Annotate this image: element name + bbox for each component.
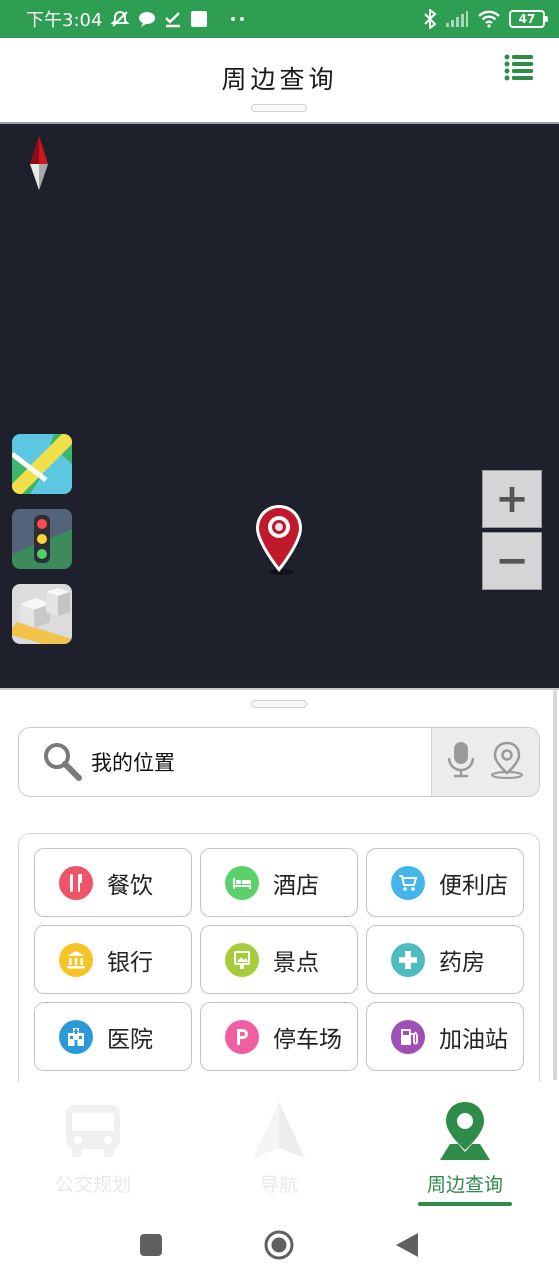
category-gas-station-button[interactable]: 加油站 — [366, 1002, 524, 1071]
system-navigation-bar — [0, 1208, 559, 1280]
search-tools — [431, 728, 539, 796]
signal-icon — [445, 10, 469, 28]
zoom-out-label: − — [495, 538, 529, 584]
category-convenience-store-button[interactable]: 便利店 — [366, 848, 524, 917]
nearby-panel: 我的位置 餐饮 酒店 便利店 银行 景点 药房 医院 停车场 加油站 — [0, 688, 559, 1093]
zoom-in-button[interactable]: + — [482, 470, 542, 528]
bus-icon — [58, 1100, 128, 1162]
category-label: 药房 — [439, 949, 485, 976]
category-parking-button[interactable]: 停车场 — [200, 1002, 358, 1071]
category-dining-button[interactable]: 餐饮 — [34, 848, 192, 917]
microphone-icon[interactable] — [447, 741, 475, 783]
category-label: 停车场 — [273, 1026, 342, 1053]
mute-icon — [110, 9, 130, 29]
category-panel: 餐饮 酒店 便利店 银行 景点 药房 医院 停车场 加油站 — [18, 833, 540, 1093]
status-time: 下午3:04 — [26, 10, 103, 31]
paper-plane-icon — [244, 1100, 314, 1162]
compass-icon[interactable] — [28, 136, 50, 192]
nav-item-label: 周边查询 — [426, 1174, 503, 1196]
category-label: 加油站 — [439, 1026, 508, 1053]
category-scenic-button[interactable]: 景点 — [200, 925, 358, 994]
category-pharmacy-button[interactable]: 药房 — [366, 925, 524, 994]
location-pin-icon[interactable] — [490, 741, 524, 783]
chat-bubble-icon — [138, 10, 156, 28]
search-icon — [41, 740, 85, 784]
nav-item-nearby[interactable]: 周边查询 — [372, 1082, 558, 1208]
category-bank-button[interactable]: 银行 — [34, 925, 192, 994]
page-title: 周边查询 — [221, 65, 338, 94]
list-menu-icon[interactable] — [503, 52, 535, 84]
hospital-icon — [59, 1019, 93, 1054]
bed-icon — [225, 865, 259, 900]
current-location-pin — [252, 502, 306, 578]
category-label: 酒店 — [273, 872, 319, 899]
bottom-navigation: 公交规划 导航 周边查询 — [0, 1082, 559, 1208]
header-drag-handle[interactable] — [251, 104, 307, 112]
bluetooth-icon — [423, 9, 437, 29]
search-bar[interactable]: 我的位置 — [18, 727, 540, 797]
fork-knife-icon — [59, 865, 93, 900]
app-header: 周边查询 — [0, 38, 559, 122]
battery-icon: 47 — [509, 10, 548, 28]
bank-icon — [59, 942, 93, 977]
square-icon — [190, 10, 208, 28]
category-label: 景点 — [273, 949, 319, 976]
home-button[interactable] — [262, 1228, 296, 1262]
fuel-pump-icon — [391, 1019, 425, 1054]
nav-item-label: 公交规划 — [54, 1174, 131, 1196]
category-hotel-button[interactable]: 酒店 — [200, 848, 358, 917]
nav-item-label: 导航 — [259, 1174, 298, 1196]
category-label: 医院 — [107, 1026, 153, 1053]
status-bar: 下午3:04 47 — [0, 0, 559, 38]
panel-drag-handle[interactable] — [251, 700, 307, 708]
category-hospital-button[interactable]: 医院 — [34, 1002, 192, 1071]
3d-building-layer-icon[interactable] — [12, 584, 72, 644]
check-icon — [164, 10, 182, 28]
category-label: 银行 — [107, 949, 153, 976]
back-button[interactable] — [390, 1228, 424, 1262]
active-tab-indicator — [418, 1202, 512, 1206]
wifi-icon — [477, 10, 501, 28]
search-input[interactable]: 我的位置 — [91, 747, 175, 777]
category-label: 餐饮 — [107, 872, 153, 899]
recent-apps-button[interactable] — [134, 1228, 168, 1262]
traffic-layer-icon[interactable] — [12, 509, 72, 569]
map-layer-icon[interactable] — [12, 434, 72, 494]
nav-item-transit[interactable]: 公交规划 — [0, 1082, 186, 1208]
cart-icon — [391, 865, 425, 900]
zoom-out-button[interactable]: − — [482, 532, 542, 590]
category-label: 便利店 — [439, 872, 508, 899]
parking-icon — [225, 1019, 259, 1054]
more-dots-icon — [230, 16, 246, 22]
panel-scrollbar[interactable] — [553, 690, 557, 1080]
nav-item-navigation[interactable]: 导航 — [186, 1082, 372, 1208]
category-grid: 餐饮 酒店 便利店 银行 景点 药房 医院 停车场 加油站 — [34, 848, 524, 1071]
map-pin-icon — [430, 1100, 500, 1162]
zoom-in-label: + — [495, 476, 529, 522]
scenic-icon — [225, 942, 259, 977]
medical-cross-icon — [391, 942, 425, 977]
map-view[interactable]: + − — [0, 122, 559, 688]
